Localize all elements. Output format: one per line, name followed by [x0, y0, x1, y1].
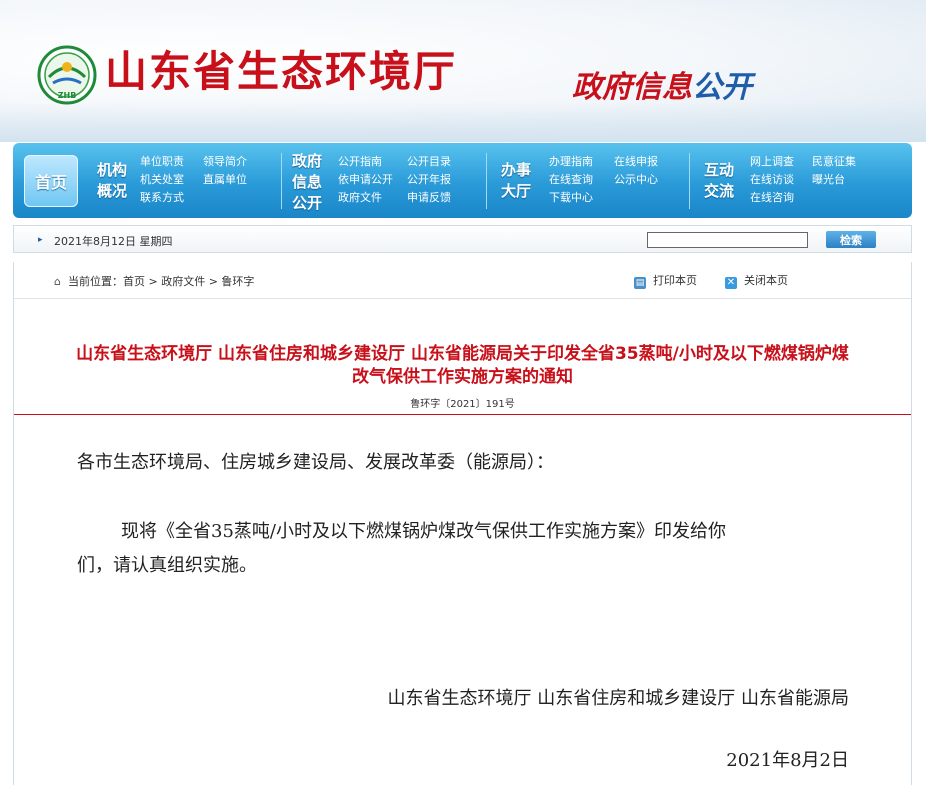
- breadcrumb[interactable]: 当前位置：首页 > 政府文件 > 鲁环字: [68, 273, 254, 289]
- close-icon: ✕: [725, 277, 737, 289]
- nav-link-opinion[interactable]: 民意征集: [812, 153, 856, 171]
- nav-link-affiliates[interactable]: 直属单位: [203, 171, 247, 189]
- title-divider: [14, 414, 911, 415]
- signatories: 山东省生态环境厅 山东省住房和城乡建设厅 山东省能源局: [387, 688, 849, 709]
- nav-link-catalog[interactable]: 公开目录: [407, 153, 451, 171]
- site-title: 山东省生态环境厅: [105, 47, 458, 96]
- nav-section-info-line1: 政府: [292, 152, 323, 170]
- document-title-line2: 改气保供工作实施方案的通知: [352, 367, 573, 387]
- nav-link-interview[interactable]: 在线访谈: [750, 171, 794, 189]
- nav-section-info-line3: 公开: [292, 194, 323, 212]
- gov-info-red: 政府信息: [572, 70, 692, 105]
- nav-link-online-query[interactable]: 在线查询: [549, 171, 593, 189]
- nav-link-downloads[interactable]: 下载中心: [549, 189, 593, 207]
- body-line-1: 现将《全省35蒸吨/小时及以下燃煤锅炉煤改气保供工作实施方案》印发给你: [121, 521, 726, 542]
- svg-text:ZHB: ZHB: [58, 91, 77, 100]
- nav-link-online-apply[interactable]: 在线申报: [614, 153, 658, 171]
- search-button[interactable]: 检索: [826, 231, 876, 248]
- nav-section-interact-line2: 交流: [704, 182, 735, 200]
- gov-info-title: 政府信息公开: [572, 62, 752, 106]
- nav-link-guide[interactable]: 公开指南: [338, 153, 382, 171]
- nav-link-gov-documents[interactable]: 政府文件: [338, 189, 382, 207]
- nav-link-request-feedback[interactable]: 申请反馈: [407, 189, 451, 207]
- close-page-link[interactable]: ✕ 关闭本页: [725, 272, 788, 289]
- nav-divider: [281, 153, 282, 209]
- document-title: 山东省生态环境厅 山东省住房和城乡建设厅 山东省能源局关于印发全省35蒸吨/小时…: [14, 343, 911, 389]
- nav-section-org-line1: 机构: [97, 161, 128, 179]
- breadcrumb-bar: ⌂ 当前位置：首页 > 政府文件 > 鲁环字 ▤ 打印本页 ✕ 关闭本页: [14, 262, 911, 299]
- salutation: 各市生态环境局、住房城乡建设局、发展改革委（能源局）：: [77, 452, 554, 473]
- nav-section-org-line2: 概况: [97, 182, 128, 200]
- ministry-logo-icon: ZHB: [37, 45, 97, 105]
- bullet-arrow-icon: ▸: [38, 235, 43, 245]
- nav-section-info-title[interactable]: 政府 信息 公开: [292, 151, 322, 214]
- nav-link-notice-center[interactable]: 公示中心: [614, 171, 658, 189]
- printer-icon: ▤: [634, 277, 646, 289]
- print-page-link[interactable]: ▤ 打印本页: [634, 272, 697, 289]
- nav-link-survey[interactable]: 网上调查: [750, 153, 794, 171]
- nav-link-request-disclosure[interactable]: 依申请公开: [338, 171, 393, 189]
- nav-section-service-line2: 大厅: [501, 182, 532, 200]
- nav-link-departments[interactable]: 机关处室: [140, 171, 184, 189]
- article-container: ⌂ 当前位置：首页 > 政府文件 > 鲁环字 ▤ 打印本页 ✕ 关闭本页 山东省生态…: [13, 262, 912, 785]
- nav-section-info-line2: 信息: [292, 173, 323, 191]
- nav-section-interact-title[interactable]: 互动 交流: [704, 160, 734, 202]
- nav-section-org-title[interactable]: 机构 概况: [97, 160, 127, 202]
- print-page-label: 打印本页: [653, 274, 697, 287]
- close-page-label: 关闭本页: [744, 274, 788, 287]
- date-search-bar: ▸ 2021年8月12日 星期四 检索: [13, 225, 912, 253]
- document-title-line1: 山东省生态环境厅 山东省住房和城乡建设厅 山东省能源局关于印发全省35蒸吨/小时…: [76, 344, 849, 364]
- nav-link-leaders[interactable]: 领导简介: [203, 153, 247, 171]
- site-banner: ZHB 山东省生态环境厅 政府信息公开: [0, 0, 926, 142]
- signature-date: 2021年8月2日: [726, 750, 849, 771]
- banner-wave: [0, 102, 926, 142]
- search-input[interactable]: [647, 232, 808, 248]
- nav-link-procedures[interactable]: 办理指南: [549, 153, 593, 171]
- main-nav: 首页 机构 概况 单位职责 领导简介 机关处室 直属单位 联系方式 政府 信息 …: [13, 143, 912, 218]
- nav-section-service-line1: 办事: [501, 161, 532, 179]
- nav-section-interact-line1: 互动: [704, 161, 735, 179]
- nav-home-button[interactable]: 首页: [24, 155, 78, 207]
- nav-link-consult[interactable]: 在线咨询: [750, 189, 794, 207]
- document-number: 鲁环字〔2021〕191号: [410, 399, 515, 410]
- body-line-2: 们，请认真组织实施。: [77, 555, 257, 576]
- nav-section-service-title[interactable]: 办事 大厅: [501, 160, 531, 202]
- current-date: 2021年8月12日 星期四: [54, 235, 173, 248]
- nav-link-contact[interactable]: 联系方式: [140, 189, 184, 207]
- nav-link-exposure[interactable]: 曝光台: [812, 171, 845, 189]
- nav-divider: [486, 153, 487, 209]
- nav-link-duties[interactable]: 单位职责: [140, 153, 184, 171]
- home-icon: ⌂: [54, 275, 61, 288]
- nav-divider: [689, 153, 690, 209]
- nav-link-annual-report[interactable]: 公开年报: [407, 171, 451, 189]
- gov-info-blue: 公开: [692, 70, 752, 105]
